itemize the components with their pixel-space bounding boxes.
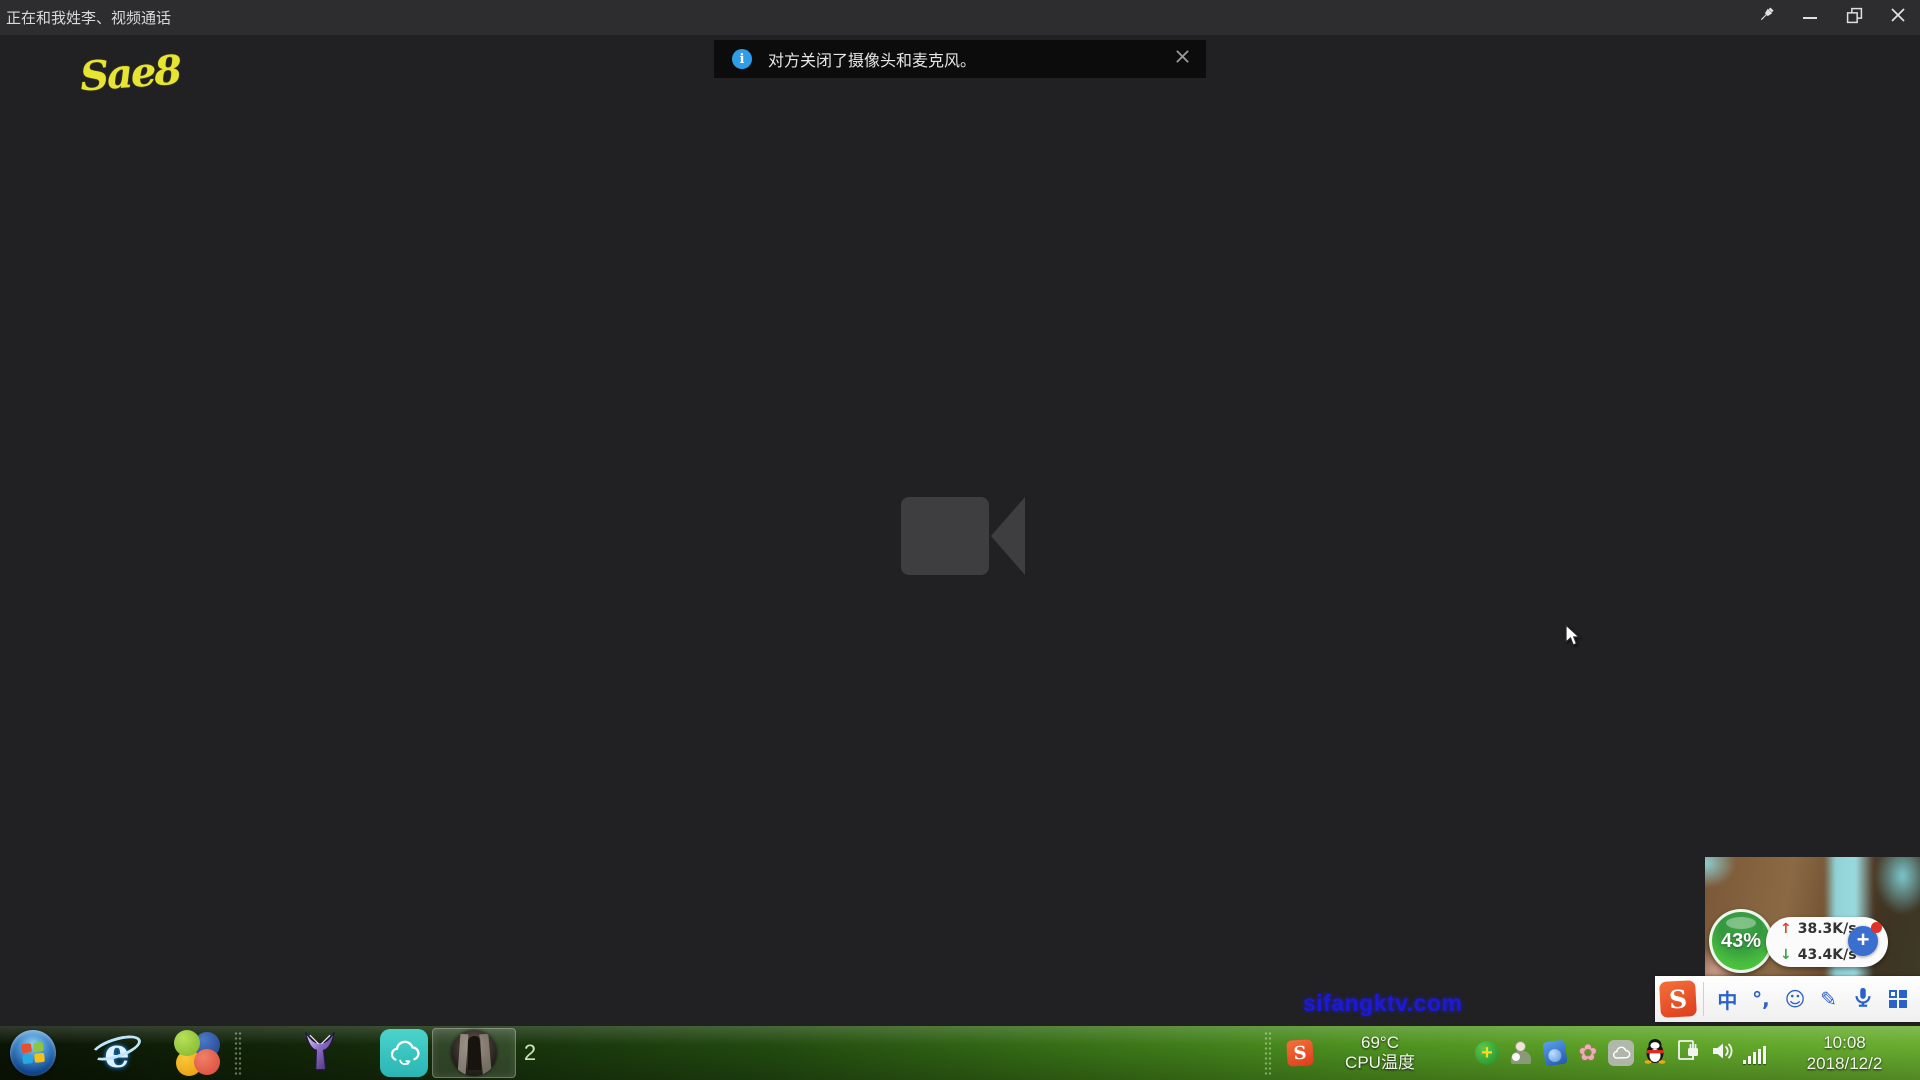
speaker-icon xyxy=(1710,1039,1736,1068)
cpu-temp-label: CPU温度 xyxy=(1345,1053,1415,1073)
camera-off-icon xyxy=(901,497,1025,575)
tray-antivirus-icon[interactable]: + xyxy=(1473,1026,1501,1080)
pin-button[interactable] xyxy=(1744,0,1788,35)
restore-icon xyxy=(1846,7,1863,29)
punctuation-icon[interactable]: °, xyxy=(1752,987,1770,1011)
title-bar: 正在和我姓李、视频通话 xyxy=(0,0,1920,35)
tray-separator xyxy=(1264,1031,1272,1075)
windows-logo-icon xyxy=(10,1030,56,1076)
teal-cloud-icon xyxy=(380,1029,428,1077)
window-controls xyxy=(1744,0,1920,35)
restore-button[interactable] xyxy=(1832,0,1876,35)
pinwheel-icon xyxy=(174,1030,220,1076)
close-icon xyxy=(1175,49,1190,69)
green-plus-icon: + xyxy=(1475,1041,1499,1065)
clock-time: 10:08 xyxy=(1823,1032,1866,1053)
blue-card-icon xyxy=(1542,1040,1567,1067)
download-arrow-icon: ↓ xyxy=(1780,947,1792,963)
upload-speed: 38.3K/s xyxy=(1798,921,1857,937)
memory-usage-ball[interactable]: 43% xyxy=(1709,909,1773,973)
tray-volume-icon[interactable] xyxy=(1709,1026,1737,1080)
taskbar-item-cloud-app[interactable] xyxy=(378,1026,430,1080)
tray-flower-icon[interactable]: ✿ xyxy=(1574,1026,1602,1080)
purple-crystal-icon xyxy=(297,1028,343,1079)
close-icon xyxy=(1890,7,1906,28)
taskbar: e xyxy=(0,1026,1920,1080)
sogou-s-icon: S xyxy=(1286,1039,1313,1066)
plus-icon: + xyxy=(1857,929,1870,951)
person-icon xyxy=(1510,1041,1532,1065)
emoji-icon[interactable]: ☺ xyxy=(1785,987,1806,1011)
tray-cloud-icon[interactable] xyxy=(1607,1026,1635,1080)
sogou-ime-bar: S 中 °, ☺ ✎ xyxy=(1655,976,1920,1022)
qq-penguin-icon xyxy=(1643,1038,1667,1069)
chinese-mode-icon[interactable]: 中 xyxy=(1717,985,1737,1014)
notification-close-button[interactable] xyxy=(1170,47,1194,71)
mouse-cursor xyxy=(1564,624,1584,653)
taskbar-item-media-app[interactable] xyxy=(172,1026,222,1080)
info-icon: i xyxy=(732,49,752,69)
cpu-temperature-widget[interactable]: 69°C CPU温度 xyxy=(1320,1026,1440,1080)
flower-icon: ✿ xyxy=(1579,1041,1597,1066)
pin-icon xyxy=(1757,6,1775,29)
notification-dot xyxy=(1871,922,1882,933)
taskbar-item-internet-explorer[interactable]: e xyxy=(94,1026,140,1080)
download-speed: 43.4K/s xyxy=(1798,947,1857,963)
handwriting-icon[interactable]: ✎ xyxy=(1820,987,1837,1011)
tray-network-icon[interactable] xyxy=(1743,1026,1766,1080)
video-call-app-window: 正在和我姓李、视频通话 xyxy=(0,0,1920,1080)
upload-arrow-icon: ↑ xyxy=(1780,921,1792,937)
camera-lens-shape xyxy=(991,497,1025,575)
taskbar-item-active-call[interactable] xyxy=(432,1028,516,1078)
clock-date: 2018/12/2 xyxy=(1807,1053,1883,1074)
plug-icon xyxy=(1676,1038,1702,1069)
cpu-temp-value: 69°C xyxy=(1361,1033,1399,1053)
ime-icon-row: 中 °, ☺ ✎ xyxy=(1704,985,1920,1014)
app-logo: Sae8 xyxy=(78,47,181,101)
taskbar-badge: 2 xyxy=(520,1026,540,1080)
voice-input-icon[interactable] xyxy=(1852,985,1874,1014)
camera-body-shape xyxy=(901,497,989,575)
taskbar-clock[interactable]: 10:08 2018/12/2 xyxy=(1782,1026,1907,1080)
window-title: 正在和我姓李、视频通话 xyxy=(0,7,171,28)
tray-hardware-icon[interactable] xyxy=(1675,1026,1703,1080)
tray-sogou-icon[interactable]: S xyxy=(1285,1026,1315,1080)
tray-assistant-icon[interactable] xyxy=(1507,1026,1535,1080)
sogou-logo-icon[interactable]: S xyxy=(1659,980,1697,1018)
gray-cloud-icon xyxy=(1608,1040,1634,1066)
toolbox-grid-icon[interactable] xyxy=(1889,990,1907,1008)
close-button[interactable] xyxy=(1876,0,1920,35)
start-button[interactable] xyxy=(8,1026,58,1080)
notification-text: 对方关闭了摄像头和麦克风。 xyxy=(768,47,976,71)
memory-percent: 43% xyxy=(1721,930,1761,953)
tray-qq-icon[interactable] xyxy=(1641,1026,1669,1080)
tray-phone-icon[interactable] xyxy=(1541,1026,1569,1080)
minimize-icon xyxy=(1803,17,1817,19)
taskbar-separator xyxy=(234,1031,242,1075)
taskbar-item-game-app[interactable] xyxy=(294,1026,346,1080)
contact-avatar xyxy=(451,1030,497,1076)
watermark-text: sifangktv.com xyxy=(1303,990,1462,1017)
notification-bar: i 对方关闭了摄像头和麦克风。 xyxy=(714,40,1206,78)
minimize-button[interactable] xyxy=(1788,0,1832,35)
